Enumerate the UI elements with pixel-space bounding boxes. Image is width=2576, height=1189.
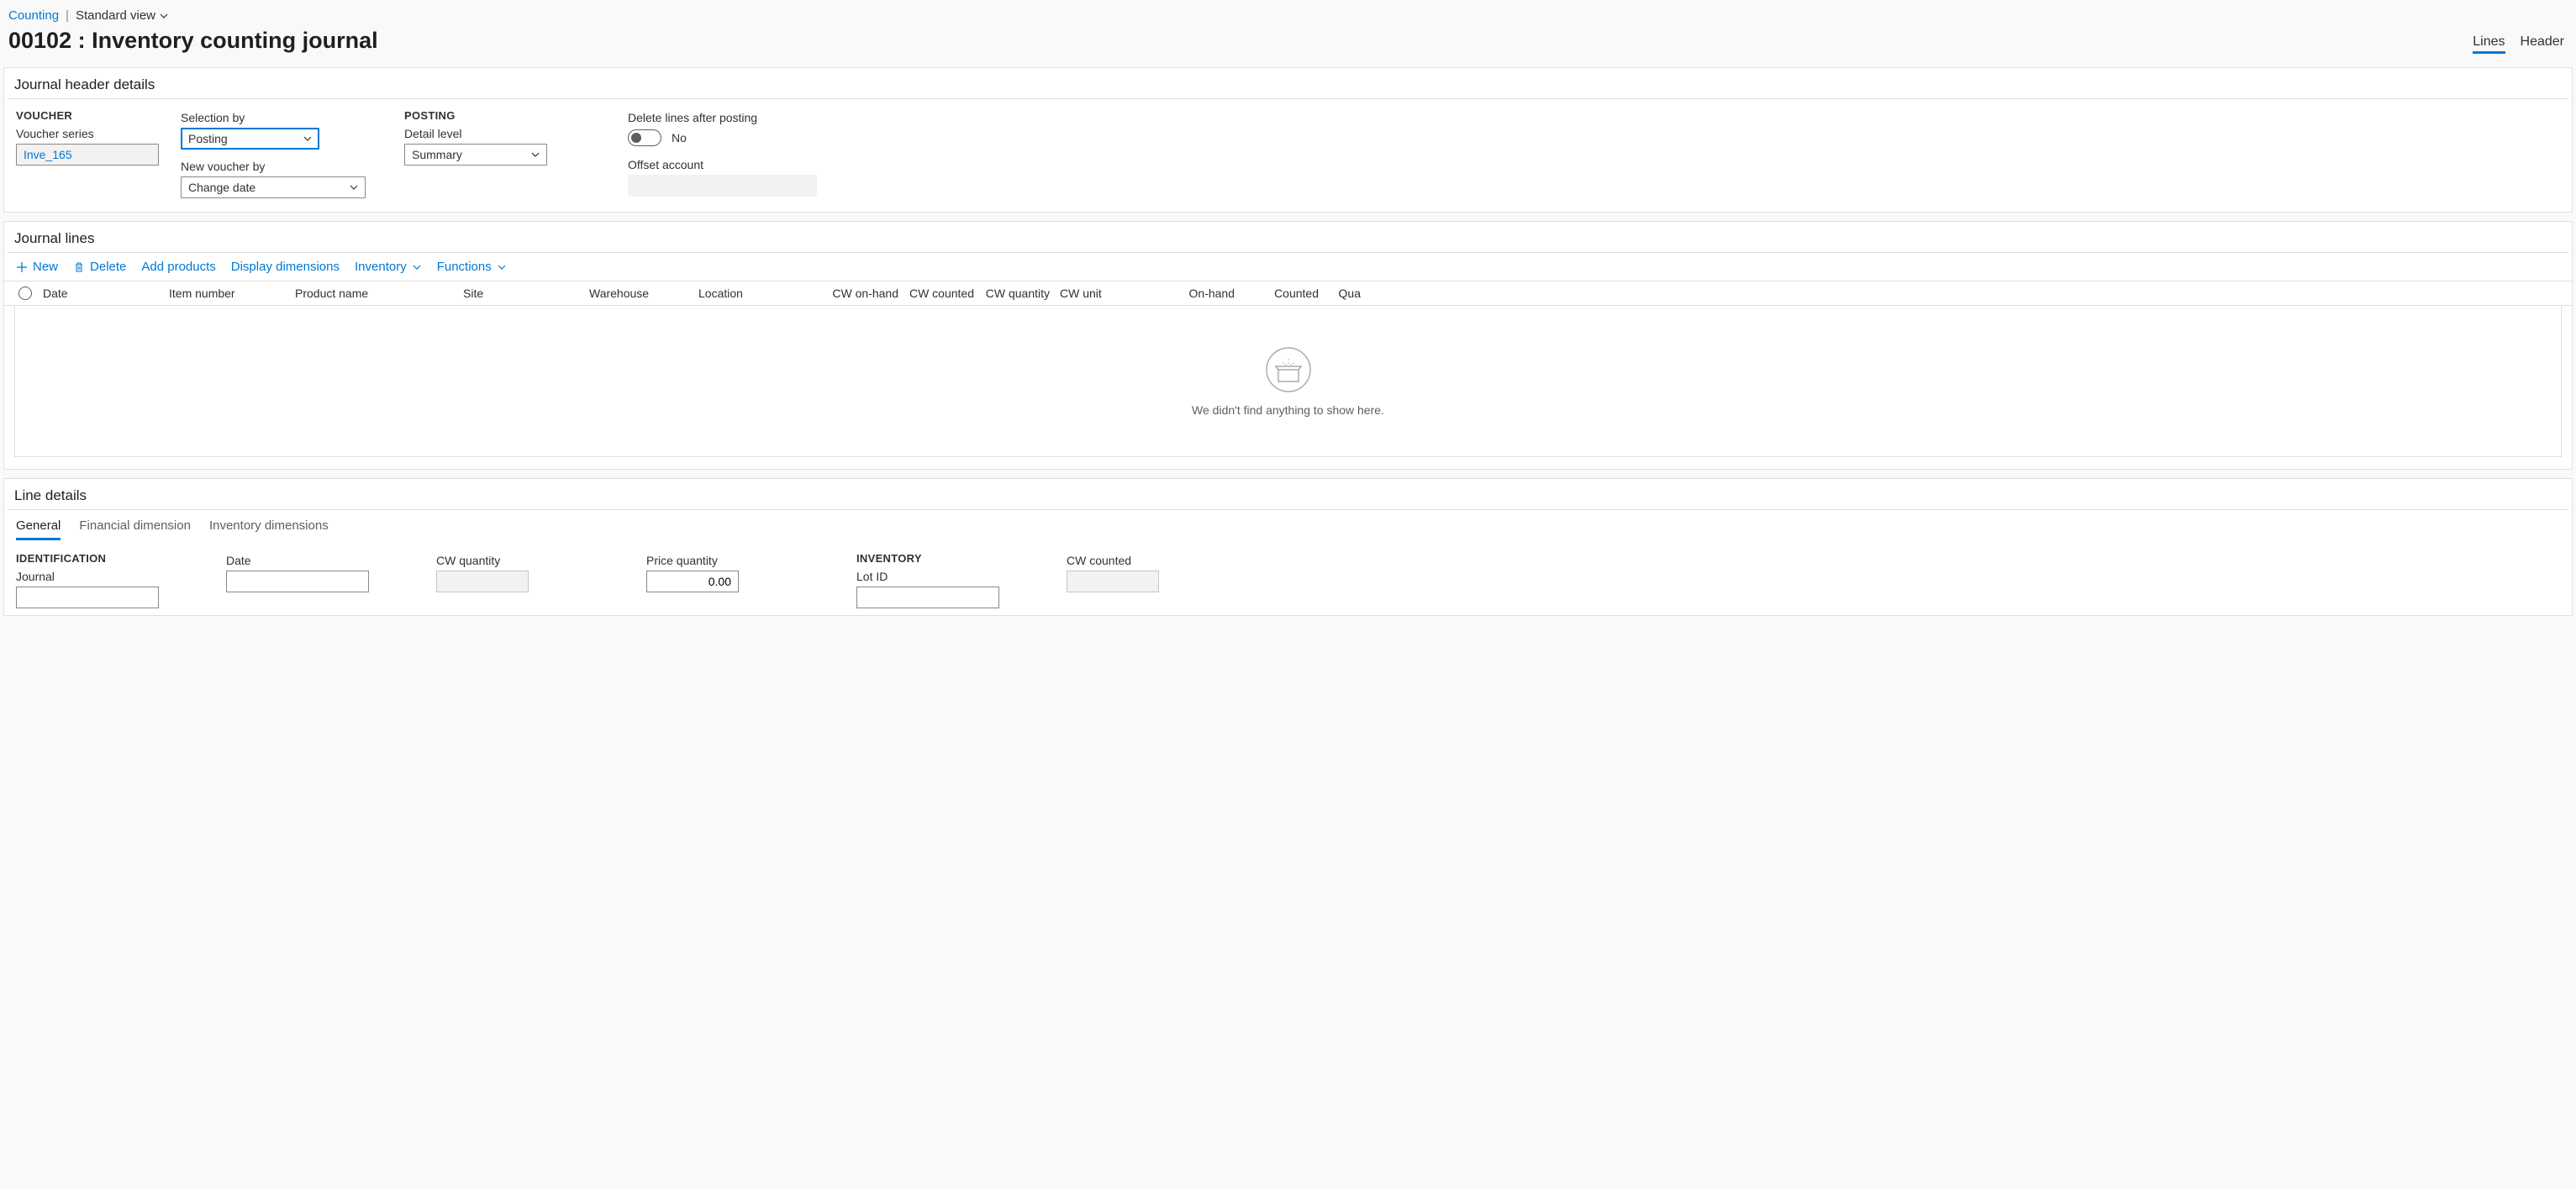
line-details-tabs: General Financial dimension Inventory di… bbox=[4, 510, 2572, 540]
journal-lines-title: Journal lines bbox=[4, 222, 2572, 252]
functions-menu[interactable]: Functions bbox=[437, 260, 507, 274]
price-quantity-label: Price quantity bbox=[646, 554, 789, 567]
add-products-button[interactable]: Add products bbox=[141, 260, 215, 274]
delete-button-label: Delete bbox=[90, 260, 126, 274]
new-voucher-by-select[interactable]: Change date bbox=[181, 176, 366, 198]
journal-label: Journal bbox=[16, 570, 159, 583]
new-button-label: New bbox=[33, 260, 58, 274]
chevron-down-icon bbox=[497, 262, 507, 272]
offset-account-field[interactable] bbox=[628, 175, 817, 197]
grid-empty-state: We didn't find anything to show here. bbox=[14, 306, 2562, 457]
price-quantity-field[interactable] bbox=[646, 571, 739, 592]
col-product-name[interactable]: Product name bbox=[290, 287, 458, 300]
col-cw-quantity[interactable]: CW quantity bbox=[979, 287, 1055, 300]
trash-icon bbox=[73, 261, 85, 273]
empty-box-icon bbox=[1265, 346, 1312, 393]
chevron-down-icon bbox=[159, 11, 169, 21]
journal-field[interactable] bbox=[16, 587, 159, 608]
voucher-series-label: Voucher series bbox=[16, 127, 159, 140]
journal-header-panel: Journal header details VOUCHER Voucher s… bbox=[3, 67, 2573, 213]
delete-lines-toggle[interactable] bbox=[628, 129, 661, 146]
col-warehouse[interactable]: Warehouse bbox=[584, 287, 693, 300]
col-location[interactable]: Location bbox=[693, 287, 811, 300]
inventory-menu-label: Inventory bbox=[355, 260, 407, 274]
col-site[interactable]: Site bbox=[458, 287, 584, 300]
grid-header: Date Item number Product name Site Wareh… bbox=[4, 281, 2572, 306]
lot-id-field[interactable] bbox=[856, 587, 999, 608]
col-item-number[interactable]: Item number bbox=[164, 287, 290, 300]
page-title: 00102 : Inventory counting journal bbox=[8, 28, 2568, 54]
voucher-group-label: VOUCHER bbox=[16, 109, 159, 122]
tab-header[interactable]: Header bbox=[2521, 34, 2564, 54]
col-cw-unit[interactable]: CW unit bbox=[1055, 287, 1139, 300]
journal-lines-panel: Journal lines New Delete Add products Di… bbox=[3, 221, 2573, 470]
selection-by-select[interactable]: Posting bbox=[181, 128, 319, 150]
col-date[interactable]: Date bbox=[38, 287, 164, 300]
breadcrumb-link-counting[interactable]: Counting bbox=[8, 8, 59, 23]
selection-by-label: Selection by bbox=[181, 111, 366, 124]
grid-empty-text: We didn't find anything to show here. bbox=[1192, 403, 1384, 417]
delete-lines-value: No bbox=[672, 131, 687, 145]
delete-lines-label: Delete lines after posting bbox=[628, 111, 817, 124]
date-field[interactable] bbox=[226, 571, 369, 592]
delete-button[interactable]: Delete bbox=[73, 260, 126, 274]
inventory-menu[interactable]: Inventory bbox=[355, 260, 422, 274]
breadcrumb-separator: | bbox=[66, 8, 69, 23]
cw-counted-field bbox=[1067, 571, 1159, 592]
cw-quantity-label: CW quantity bbox=[436, 554, 579, 567]
line-details-panel: Line details General Financial dimension… bbox=[3, 478, 2573, 616]
new-voucher-by-value: Change date bbox=[181, 176, 366, 198]
new-voucher-by-label: New voucher by bbox=[181, 160, 366, 173]
posting-group-label: POSTING bbox=[404, 109, 547, 122]
display-dimensions-button[interactable]: Display dimensions bbox=[231, 260, 340, 274]
selection-by-value: Posting bbox=[181, 128, 319, 150]
inventory-group-label: INVENTORY bbox=[856, 552, 999, 565]
view-selector[interactable]: Standard view bbox=[76, 8, 169, 23]
tab-financial-dimension[interactable]: Financial dimension bbox=[79, 518, 191, 540]
lot-id-label: Lot ID bbox=[856, 570, 999, 583]
detail-level-value: Summary bbox=[404, 144, 547, 166]
tab-general[interactable]: General bbox=[16, 518, 61, 540]
date-label: Date bbox=[226, 554, 369, 567]
tab-inventory-dimensions[interactable]: Inventory dimensions bbox=[209, 518, 329, 540]
journal-header-title: Journal header details bbox=[4, 68, 2572, 98]
select-all-checkbox[interactable] bbox=[13, 287, 38, 300]
lines-toolbar: New Delete Add products Display dimensio… bbox=[4, 253, 2572, 281]
identification-group-label: IDENTIFICATION bbox=[16, 552, 159, 565]
plus-icon bbox=[16, 261, 28, 273]
line-details-title: Line details bbox=[4, 479, 2572, 509]
view-selector-label: Standard view bbox=[76, 8, 155, 23]
col-cw-counted[interactable]: CW counted bbox=[903, 287, 979, 300]
chevron-down-icon bbox=[412, 262, 422, 272]
cw-quantity-field bbox=[436, 571, 529, 592]
col-cw-onhand[interactable]: CW on-hand bbox=[811, 287, 903, 300]
top-tabs: Lines Header bbox=[2473, 34, 2564, 54]
col-quantity[interactable]: Qua bbox=[1324, 287, 1366, 300]
new-button[interactable]: New bbox=[16, 260, 58, 274]
breadcrumb: Counting | Standard view bbox=[8, 8, 2568, 23]
functions-menu-label: Functions bbox=[437, 260, 492, 274]
col-onhand[interactable]: On-hand bbox=[1139, 287, 1240, 300]
cw-counted-label: CW counted bbox=[1067, 554, 1209, 567]
voucher-series-field[interactable]: Inve_165 bbox=[16, 144, 159, 166]
tab-lines[interactable]: Lines bbox=[2473, 34, 2505, 54]
col-counted[interactable]: Counted bbox=[1240, 287, 1324, 300]
offset-account-label: Offset account bbox=[628, 158, 817, 171]
detail-level-label: Detail level bbox=[404, 127, 547, 140]
detail-level-select[interactable]: Summary bbox=[404, 144, 547, 166]
